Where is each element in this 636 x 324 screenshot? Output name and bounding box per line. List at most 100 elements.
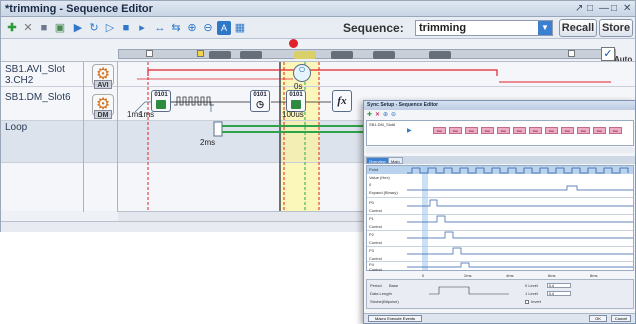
chevron-down-icon[interactable]: ▼ bbox=[538, 21, 552, 35]
sync-tab-bar: Overview Main bbox=[364, 156, 635, 164]
ruler-tick[interactable] bbox=[197, 50, 204, 57]
zoom-in-icon[interactable]: ⊕ bbox=[383, 111, 388, 118]
step-end-icon[interactable]: ▸ bbox=[135, 21, 149, 35]
function-block[interactable]: fx bbox=[332, 90, 352, 112]
stop-icon[interactable]: ■ bbox=[119, 21, 133, 35]
dac-block[interactable]: Dac bbox=[609, 127, 622, 134]
dac-block[interactable]: Dac bbox=[529, 127, 542, 134]
sync-button-bar: Macro Execute Events OK Cancel bbox=[364, 313, 635, 323]
restore-icon[interactable]: □ bbox=[587, 3, 593, 14]
sync-waveform-panel: Point Value (Hex) 0 Expand (Binary) P0 C… bbox=[366, 165, 634, 272]
ruler-tick[interactable] bbox=[146, 50, 153, 57]
ruler-segment[interactable] bbox=[209, 51, 231, 59]
level1-label: 1 Level bbox=[525, 291, 538, 296]
title-bar: *trimming - Sequence Editor ↗ □ — □ ✕ bbox=[1, 1, 635, 17]
level0-label: 0 Level bbox=[525, 283, 538, 288]
tab-overview[interactable]: Overview bbox=[366, 157, 389, 164]
dm-block-2[interactable]: 0101 ◷ bbox=[250, 90, 270, 112]
play-icon bbox=[291, 100, 301, 109]
close-icon[interactable]: ✕ bbox=[623, 3, 631, 14]
loop-handle[interactable] bbox=[213, 121, 223, 137]
dac-block[interactable]: Dac bbox=[561, 127, 574, 134]
dm-block-3[interactable]: 0101 bbox=[286, 90, 306, 112]
level0-field[interactable]: 0.4 bbox=[547, 283, 571, 288]
copy-icon[interactable]: ■ bbox=[37, 21, 51, 35]
recall-button[interactable]: Recall bbox=[559, 19, 597, 37]
dac-block[interactable]: Dac bbox=[497, 127, 510, 134]
ruler-segment[interactable] bbox=[294, 51, 316, 59]
cancel-button[interactable]: Cancel bbox=[611, 315, 631, 322]
pin-icon[interactable]: ↗ bbox=[575, 3, 583, 14]
toolbar: ✚ ✕ ■ ▣ ▶ ↻ ▷ ■ ▸ ↔ ⇆ ⊕ ⊖ A ▦ Sequence: … bbox=[1, 17, 635, 39]
tab-main[interactable]: Main bbox=[388, 157, 403, 164]
dac-block[interactable]: Dac bbox=[545, 127, 558, 134]
window-title: *trimming - Sequence Editor bbox=[5, 3, 153, 15]
sequence-label: Sequence: bbox=[343, 21, 404, 35]
axis-label: 4ms bbox=[506, 273, 514, 278]
delete-icon[interactable]: ✕ bbox=[21, 21, 35, 35]
sequence-value: trimming bbox=[419, 22, 467, 34]
dac-block[interactable]: Dac bbox=[481, 127, 494, 134]
dac-block[interactable]: Dac bbox=[513, 127, 526, 134]
invert-label: Invert bbox=[531, 299, 542, 304]
dac-block[interactable]: Dac bbox=[449, 127, 462, 134]
timeline-ruler[interactable] bbox=[118, 49, 616, 59]
timer-block[interactable]: ○ bbox=[293, 63, 311, 82]
add-icon[interactable]: ✚ bbox=[5, 21, 19, 35]
sync-parameters-panel: Period Base Data Length Strobe(Bitpulse)… bbox=[366, 279, 634, 309]
avi-signal-line bbox=[147, 69, 498, 76]
dac-block[interactable]: Dac bbox=[593, 127, 606, 134]
level1-field[interactable]: 0.4 bbox=[547, 291, 571, 296]
base-label: Base bbox=[389, 283, 399, 288]
play-icon[interactable]: ▶ bbox=[407, 127, 412, 134]
add-icon[interactable]: ✚ bbox=[367, 111, 372, 118]
ruler-segment[interactable] bbox=[240, 51, 262, 59]
delete-icon[interactable]: ✕ bbox=[375, 111, 380, 118]
paste-icon[interactable]: ▣ bbox=[53, 21, 67, 35]
axis-label: 6ms bbox=[548, 273, 556, 278]
maximize-icon[interactable]: □ bbox=[611, 3, 617, 14]
sequence-select[interactable]: trimming ▼ bbox=[415, 20, 553, 36]
sync-time-axis: 0 2ms 4ms 6ms 8ms bbox=[366, 272, 634, 279]
zoom-out-icon[interactable]: ⊖ bbox=[391, 111, 396, 118]
grid-icon[interactable]: ▦ bbox=[233, 21, 247, 35]
zoom-in-icon[interactable]: ⊕ bbox=[185, 21, 199, 35]
invert-checkbox[interactable] bbox=[525, 300, 529, 304]
ruler-segment[interactable] bbox=[373, 51, 395, 59]
ruler-segment[interactable] bbox=[429, 51, 451, 59]
clock-icon: ◷ bbox=[256, 99, 264, 109]
play-icon bbox=[156, 100, 166, 109]
ruler-segment[interactable] bbox=[331, 51, 353, 59]
text-icon[interactable]: A bbox=[217, 21, 231, 35]
dac-block[interactable]: Dac bbox=[465, 127, 478, 134]
dm-block-1[interactable]: 0101 bbox=[151, 90, 171, 112]
dac-block[interactable]: Dac bbox=[433, 127, 446, 134]
store-button[interactable]: Store bbox=[599, 19, 633, 37]
period-label: Period bbox=[370, 283, 382, 288]
block-code: 0101 bbox=[289, 92, 303, 98]
sync-waveforms bbox=[407, 166, 633, 270]
pulse-preview bbox=[429, 286, 509, 295]
time-label-100us: 100us bbox=[282, 110, 304, 119]
ruler-tick[interactable] bbox=[568, 50, 575, 57]
dac-block[interactable]: Dac bbox=[577, 127, 590, 134]
sync-channel-overview: SB1.DM_Slot6 ▶ Dac Dac Dac Dac Dac Dac D… bbox=[366, 120, 634, 146]
ok-button[interactable]: OK bbox=[589, 315, 607, 322]
play-icon[interactable]: ▶ bbox=[71, 21, 85, 35]
zoom-out-icon[interactable]: ⊖ bbox=[201, 21, 215, 35]
macro-execute-button[interactable]: Macro Execute Events bbox=[368, 315, 422, 322]
axis-label: 0 bbox=[422, 273, 425, 278]
block-code: 0101 bbox=[253, 92, 267, 98]
minimize-icon[interactable]: — bbox=[599, 3, 609, 14]
loop-icon[interactable]: ↻ bbox=[87, 21, 101, 35]
sync-toolbar: ✚ ✕ ⊕ ⊖ bbox=[366, 111, 633, 119]
expand-icon[interactable]: ↔ bbox=[153, 21, 167, 35]
pulse-train-icon bbox=[174, 96, 214, 106]
step-icon[interactable]: ▷ bbox=[103, 21, 117, 35]
sync-channel-label: SB1.DM_Slot6 bbox=[369, 122, 396, 127]
playhead-marker[interactable] bbox=[289, 39, 298, 48]
sync-window-title: Sync Setup - Sequence Editor bbox=[364, 101, 635, 110]
shrink-icon[interactable]: ⇆ bbox=[169, 21, 183, 35]
auto-checkbox[interactable]: ✓ bbox=[601, 47, 615, 61]
time-label-1ms-b: 1ms bbox=[139, 110, 155, 119]
